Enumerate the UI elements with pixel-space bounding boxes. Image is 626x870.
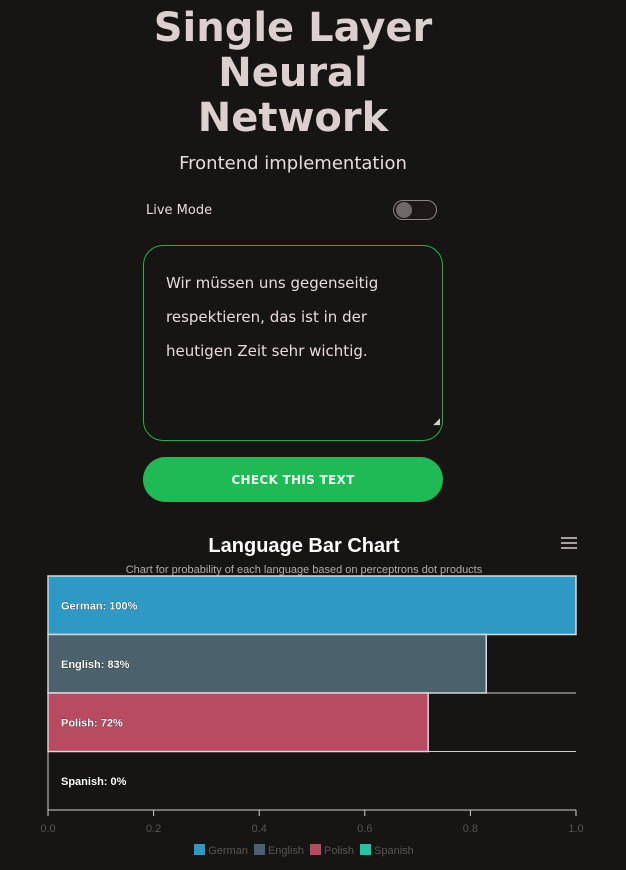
legend-swatch	[194, 844, 206, 855]
legend-swatch	[253, 844, 265, 855]
bar-data-label: English: 83%	[61, 659, 130, 671]
chart-title: Language Bar Chart	[208, 535, 400, 557]
x-tick-label: 0.0	[40, 823, 55, 835]
toggle-knob	[396, 202, 412, 218]
x-tick-label: 0.6	[357, 823, 372, 835]
legend-swatch	[310, 844, 322, 855]
resize-handle-icon[interactable]: ◢	[433, 405, 440, 439]
chart-legend: German English Polish Spanish	[0, 844, 608, 857]
legend-item-english[interactable]: English	[253, 844, 305, 857]
title-line: Network	[197, 95, 389, 141]
check-text-button[interactable]: Check this text	[143, 457, 443, 502]
live-mode-toggle[interactable]	[393, 200, 437, 220]
legend-item-german[interactable]: German	[194, 844, 248, 857]
text-input-line: respektieren, das ist in der	[166, 308, 367, 326]
page-title: Single Layer Neural Network	[0, 6, 586, 141]
legend-item-spanish[interactable]: Spanish	[360, 844, 414, 857]
page-subtitle: Frontend implementation	[179, 153, 407, 174]
x-tick-label: 0.8	[463, 823, 478, 835]
chart-menu-icon[interactable]	[561, 537, 577, 549]
x-tick-label: 1.0	[568, 823, 583, 835]
bar-data-label: Spanish: 0%	[61, 776, 127, 788]
text-input[interactable]: Wir müssen uns gegenseitig respektieren,…	[143, 245, 443, 441]
text-input-line: heutigen Zeit sehr wichtig.	[166, 342, 368, 360]
x-tick-label: 0.2	[146, 823, 161, 835]
legend-label: Spanish	[374, 845, 414, 857]
title-line: Single Layer	[153, 5, 433, 51]
bar-chart: German: 100% English: 83% Polish: 72% Spani…	[40, 575, 584, 835]
legend-label: English	[267, 845, 305, 857]
bar-data-label: Polish: 72%	[61, 717, 123, 729]
text-input-line: Wir müssen uns gegenseitig	[166, 274, 379, 292]
legend-label: Polish	[324, 845, 355, 857]
bar-data-label: German: 100%	[61, 600, 138, 612]
legend-label: German	[208, 845, 248, 857]
title-line: Neural	[218, 50, 368, 96]
x-tick-label: 0.4	[252, 823, 267, 835]
legend-item-polish[interactable]: Polish	[310, 844, 354, 857]
live-mode-label: Live Mode	[146, 203, 213, 218]
legend-swatch	[360, 844, 372, 855]
